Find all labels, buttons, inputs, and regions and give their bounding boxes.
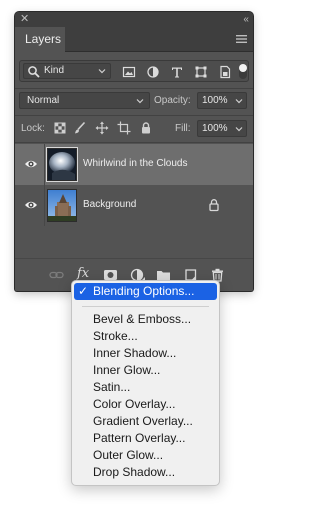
- lock-position-icon[interactable]: [95, 121, 109, 135]
- menu-item-inner-glow[interactable]: Inner Glow...: [72, 362, 219, 379]
- menu-item-pattern-overlay[interactable]: Pattern Overlay...: [72, 430, 219, 447]
- menu-item-stroke[interactable]: Stroke...: [72, 328, 219, 345]
- filter-pixel-icon[interactable]: [122, 65, 136, 79]
- opacity-label: Opacity:: [154, 95, 191, 106]
- blend-mode-value: Normal: [27, 95, 60, 106]
- fill-field[interactable]: 100%: [197, 120, 247, 137]
- menu-item-gradient-overlay[interactable]: Gradient Overlay...: [72, 413, 219, 430]
- menu-separator: [82, 306, 209, 307]
- lock-transparent-pixels-icon[interactable]: [53, 121, 67, 135]
- menu-item-color-overlay[interactable]: Color Overlay...: [72, 396, 219, 413]
- chevron-down-icon[interactable]: [235, 125, 243, 133]
- opacity-value: 100%: [202, 95, 228, 106]
- filter-kind-select[interactable]: Kind: [23, 63, 111, 79]
- visibility-eye-icon[interactable]: [24, 199, 38, 211]
- divider: [44, 144, 45, 185]
- layer-style-dropdown-menu: ✓ Blending Options... Bevel & Emboss... …: [71, 280, 220, 486]
- menu-item-drop-shadow[interactable]: Drop Shadow...: [72, 464, 219, 481]
- fill-value: 100%: [202, 123, 228, 134]
- layer-thumbnail: [47, 189, 77, 222]
- panel-title-bar: ✕ ‹‹: [15, 12, 253, 27]
- lock-image-pixels-icon[interactable]: [73, 121, 87, 135]
- opacity-field[interactable]: 100%: [197, 92, 247, 109]
- layer-name: Whirlwind in the Clouds: [83, 158, 188, 169]
- layer-locked-icon: [209, 199, 219, 212]
- panel-tab-row: Layers: [15, 27, 253, 53]
- close-panel-icon[interactable]: ✕: [20, 13, 29, 26]
- chevron-down-icon[interactable]: [235, 97, 243, 105]
- panel-menu-icon[interactable]: [236, 34, 247, 44]
- lock-label: Lock:: [21, 123, 45, 134]
- filter-toggle[interactable]: [239, 64, 247, 79]
- collapse-panel-icon[interactable]: ‹‹: [243, 13, 249, 26]
- divider: [15, 142, 253, 143]
- chevron-down-icon: [136, 99, 144, 104]
- filter-shape-icon[interactable]: [194, 65, 208, 79]
- menu-item-satin[interactable]: Satin...: [72, 379, 219, 396]
- lock-all-icon[interactable]: [139, 121, 153, 135]
- chevron-down-icon: [98, 69, 106, 74]
- filter-kind-label: Kind: [44, 65, 65, 76]
- checkmark-icon: ✓: [78, 284, 89, 298]
- fill-label: Fill:: [175, 123, 191, 134]
- menu-item-blending-options[interactable]: ✓ Blending Options...: [74, 283, 217, 300]
- layer-row-background[interactable]: Background: [15, 185, 253, 226]
- filter-type-icon[interactable]: [170, 65, 184, 79]
- layer-name: Background: [83, 199, 137, 210]
- layer-row-whirlwind[interactable]: Whirlwind in the Clouds: [15, 144, 253, 185]
- lock-artboard-icon[interactable]: [117, 121, 131, 135]
- divider: [15, 88, 253, 89]
- filter-adjustment-icon[interactable]: [146, 65, 160, 79]
- blend-mode-select[interactable]: Normal: [19, 92, 150, 109]
- visibility-eye-icon[interactable]: [24, 158, 38, 170]
- menu-item-outer-glow[interactable]: Outer Glow...: [72, 447, 219, 464]
- layers-panel: ✕ ‹‹ Layers Kind Normal Opacity: 100% Lo…: [15, 12, 253, 291]
- menu-item-label: Blending Options...: [93, 284, 195, 298]
- layer-thumbnail: [46, 147, 78, 182]
- divider: [44, 185, 45, 226]
- divider: [15, 115, 253, 116]
- layer-filter-bar: Kind: [19, 60, 249, 82]
- menu-item-bevel-emboss[interactable]: Bevel & Emboss...: [72, 311, 219, 328]
- search-icon: [28, 66, 40, 78]
- tab-layers[interactable]: Layers: [15, 27, 65, 53]
- menu-item-inner-shadow[interactable]: Inner Shadow...: [72, 345, 219, 362]
- link-layers-icon[interactable]: [49, 268, 64, 282]
- filter-smart-object-icon[interactable]: [218, 65, 232, 79]
